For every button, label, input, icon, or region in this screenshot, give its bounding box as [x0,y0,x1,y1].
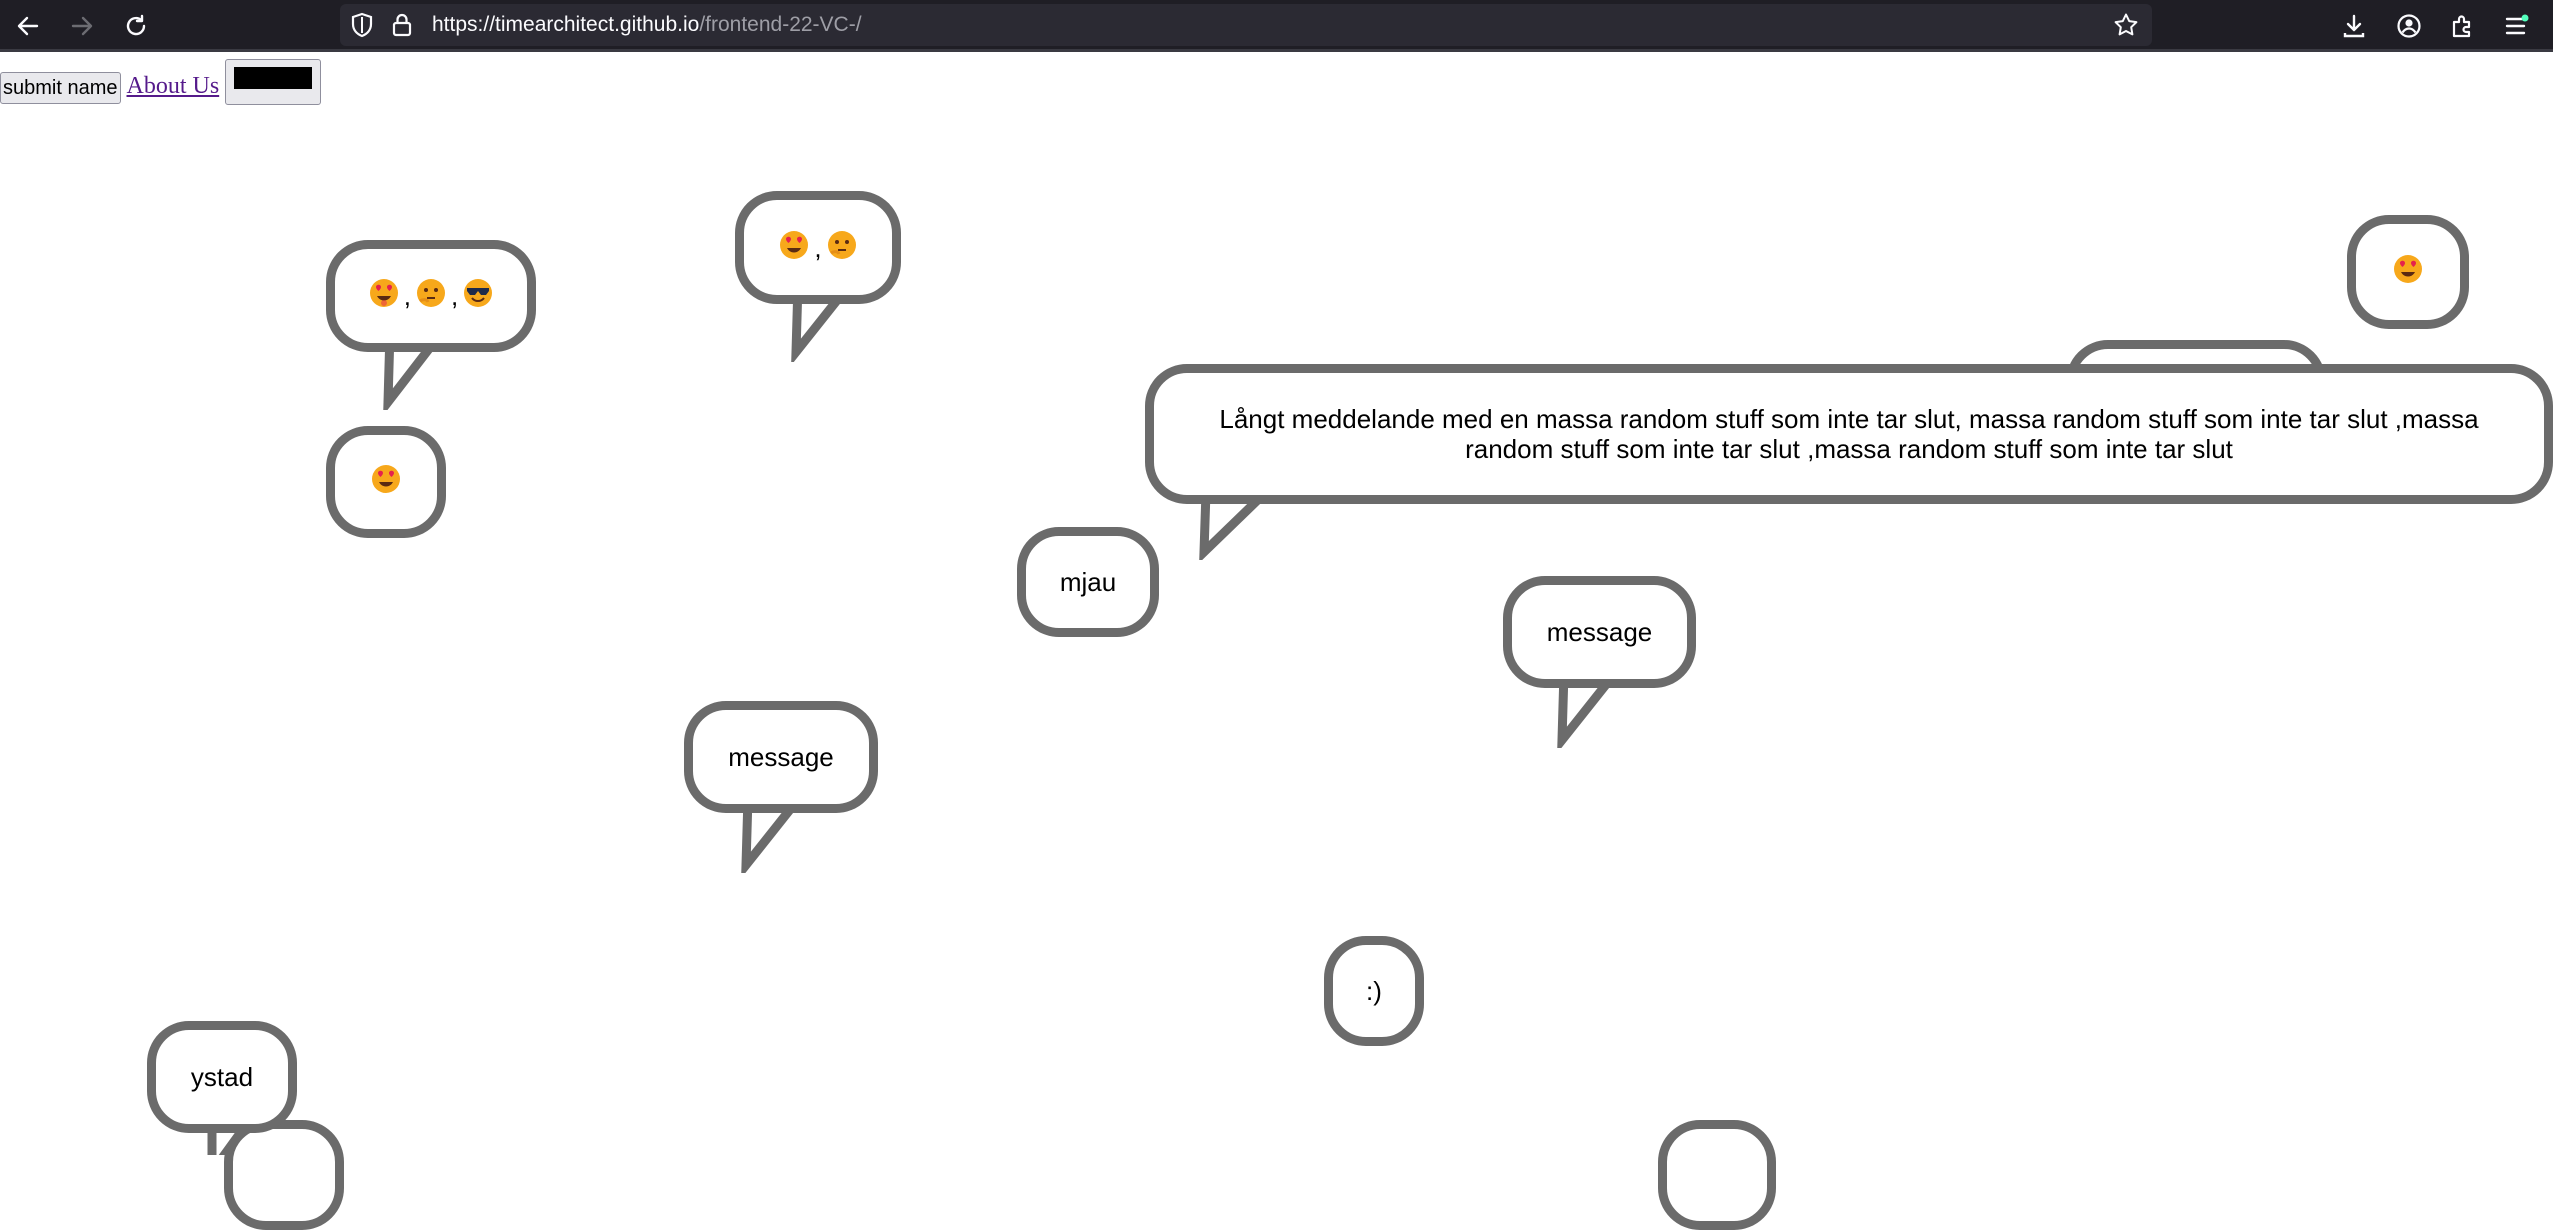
emoji-separator: , [451,281,459,311]
speech-bubble-smile: :) [1324,936,1424,1046]
url-path: /frontend-22-VC-/ [699,13,862,36]
lock-icon[interactable] [386,9,418,41]
bubble-text: message [1546,617,1653,647]
speech-bubble-message-right: message [1503,576,1696,688]
downloads-icon[interactable] [2338,10,2370,42]
bookmark-star-icon[interactable] [2110,9,2142,41]
emoji-separator: , [814,232,822,263]
browser-toolbar: https://timearchitect.github.io/frontend… [0,0,2553,52]
speech-bubble-heart-right [2347,215,2469,329]
extensions-icon[interactable] [2446,10,2478,42]
about-us-link[interactable]: About Us [127,73,220,100]
menu-icon[interactable] [2500,10,2532,42]
thinking-emoji-icon [826,229,858,267]
sunglasses-emoji-icon [462,277,494,315]
speech-bubble-emoji-triple: , , [326,240,536,352]
submit-name-button[interactable]: submit name [0,72,121,104]
color-picker-input[interactable] [225,59,322,105]
emoji-separator: , [403,281,411,311]
heart-eyes-emoji-icon [2392,253,2424,291]
bubble-text: ystad [190,1062,254,1092]
bubble-text: message [728,742,834,772]
speech-bubble-heart-small [326,426,446,538]
heart-eyes-emoji-icon [370,463,402,501]
bubble-text: mjau [1059,567,1117,597]
speech-bubble-long-message: Långt meddelande med en massa random stu… [1145,364,2553,504]
back-arrow-icon[interactable] [12,10,44,42]
url-host: https://timearchitect.github.io [432,13,700,36]
tracking-shield-icon[interactable] [346,9,378,41]
color-swatch [234,67,313,89]
speech-bubble-partial-bottom [1658,1120,1776,1230]
address-bar[interactable]: https://timearchitect.github.io/frontend… [340,4,2152,46]
reload-icon[interactable] [120,10,152,42]
page-controls: submit name About Us [0,55,322,105]
speech-bubble-mjau: mjau [1017,527,1159,637]
bubble-text: :) [1366,976,1382,1006]
speech-bubble-ystad: ystad [147,1021,297,1133]
speech-bubble-emoji-double: , [735,191,901,304]
long-message-text: Långt meddelande med en massa random stu… [1219,404,2479,464]
url-text[interactable]: https://timearchitect.github.io/frontend… [432,4,862,46]
account-icon[interactable] [2393,10,2425,42]
heart-eyes-emoji-icon [778,229,810,267]
forward-arrow-icon[interactable] [66,10,98,42]
speech-bubble-message-left: message [684,701,878,813]
heart-eyes-emoji-icon [368,277,400,315]
thinking-emoji-icon [415,277,447,315]
